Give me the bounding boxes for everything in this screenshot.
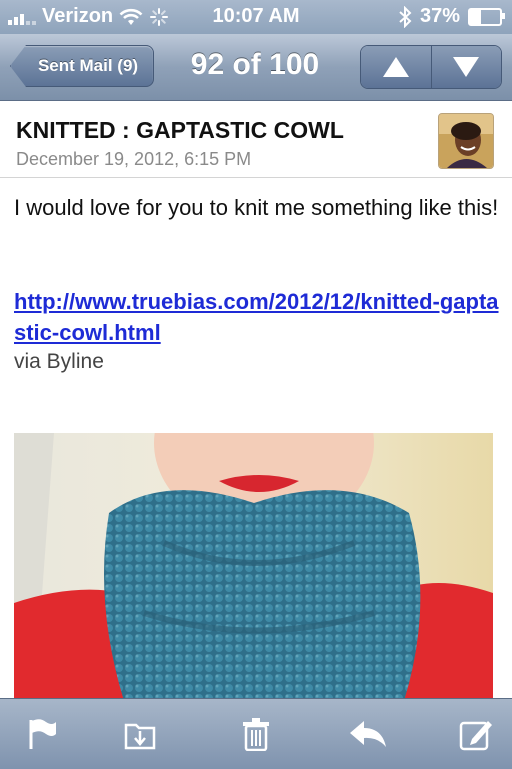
cowl-image [14, 433, 493, 701]
next-message-button[interactable] [430, 46, 501, 88]
message-counter: 92 of 100 [190, 48, 320, 81]
up-arrow-icon [382, 57, 409, 77]
avatar-photo [439, 114, 493, 168]
reply-icon[interactable] [348, 717, 386, 751]
sender-avatar[interactable] [438, 113, 494, 169]
flag-icon[interactable] [22, 717, 58, 751]
message-nav-control [360, 45, 502, 89]
status-bar: Verizon 10:07 AM 37% [0, 0, 512, 34]
battery-label: 37% [419, 5, 460, 27]
cowl-photo[interactable] [14, 433, 493, 701]
trash-icon[interactable] [238, 717, 274, 752]
battery-fill [470, 9, 482, 24]
message-link[interactable]: http://www.truebias.com/2012/12/knitted-… [14, 286, 500, 348]
back-button[interactable]: Sent Mail (9) [10, 45, 154, 87]
message-date: December 19, 2012, 6:15 PM [16, 149, 252, 169]
battery-icon [468, 7, 505, 26]
move-folder-icon[interactable] [122, 717, 158, 751]
status-right: 37% [398, 5, 505, 28]
back-button-label: Sent Mail (9) [37, 56, 139, 75]
message-body: I would love for you to knit me somethin… [14, 195, 499, 220]
down-arrow-icon [453, 57, 480, 77]
bottom-toolbar [0, 698, 512, 769]
message-header: KNITTED : GAPTASTIC COWL December 19, 20… [0, 101, 512, 178]
compose-icon[interactable] [458, 717, 494, 751]
message-subject: KNITTED : GAPTASTIC COWL [16, 117, 344, 143]
bluetooth-icon [399, 5, 412, 28]
previous-message-button[interactable] [361, 46, 431, 88]
nav-bar: Sent Mail (9) 92 of 100 [0, 34, 512, 101]
via-label: via Byline [14, 350, 104, 373]
